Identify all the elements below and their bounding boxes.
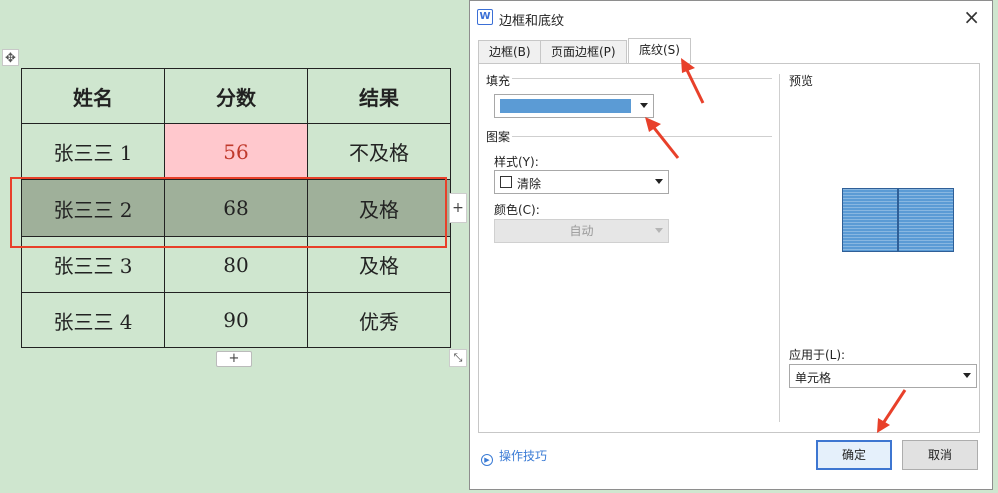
red-arrow-icon — [645, 117, 680, 159]
annotation-arrows — [645, 58, 907, 433]
red-arrow-icon — [681, 58, 705, 104]
red-arrow-icon — [877, 389, 907, 433]
